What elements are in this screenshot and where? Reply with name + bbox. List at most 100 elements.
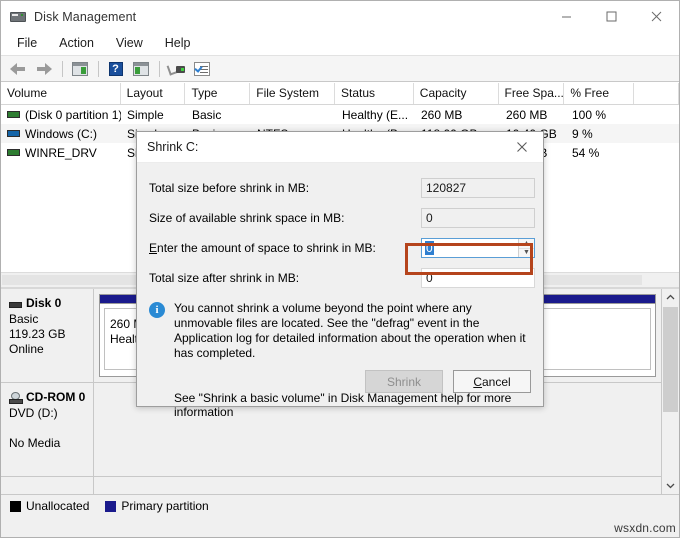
volume-list-header: Volume Layout Type File System Status Ca… [1, 82, 679, 105]
help-icon[interactable]: ? [104, 58, 127, 79]
toolbar-separator [98, 60, 99, 77]
total-size-after-shrink-value: 0 [421, 268, 535, 288]
field-total-size-after-shrink: Total size after shrink in MB: 0 [149, 264, 535, 292]
disk-name-row: CD-ROM 0 [9, 390, 93, 405]
dialog-title-bar: Shrink C: [137, 132, 543, 163]
cell-type: Basic [192, 107, 222, 122]
forward-arrow-icon[interactable] [32, 58, 55, 79]
disk-pane-vertical-scrollbar[interactable] [661, 289, 679, 494]
dialog-help-line: See "Shrink a basic volume" in Disk Mana… [174, 391, 512, 419]
cell-percent-free: 9 % [572, 126, 593, 141]
properties-icon[interactable] [190, 58, 213, 79]
shrink-amount-selected-text: 0 [425, 241, 434, 255]
volume-drive-icon [7, 110, 20, 118]
cell-volume: (Disk 0 partition 1) [1, 108, 121, 122]
hard-disk-icon [9, 301, 22, 308]
table-row[interactable]: (Disk 0 partition 1) Simple Basic Health… [1, 105, 679, 124]
shrink-amount-stepper[interactable]: ▲ ▼ [518, 239, 534, 257]
field-amount-to-shrink: Enter the amount of space to shrink in M… [149, 234, 535, 262]
field-available-shrink-space: Size of available shrink space in MB: 0 [149, 204, 535, 232]
cancel-button[interactable]: Cancel [453, 370, 531, 393]
empty-partitions [94, 477, 661, 494]
status-strip [1, 517, 679, 537]
disk-type: Basic [9, 312, 39, 326]
volume-drive-icon [7, 129, 20, 137]
legend: Unallocated Primary partition [1, 494, 679, 517]
disk-name-row: Disk 0 [9, 296, 93, 311]
show-hide-console-tree-icon[interactable] [68, 58, 91, 79]
dialog-title: Shrink C: [147, 140, 199, 154]
field-total-size-before-shrink: Total size before shrink in MB: 120827 [149, 174, 535, 202]
column-header-capacity[interactable]: Capacity [414, 83, 499, 104]
total-size-before-shrink-value: 120827 [421, 178, 535, 198]
stepper-up-icon[interactable]: ▲ [519, 239, 534, 249]
cell-percent-free: 54 % [572, 145, 600, 160]
column-header-type[interactable]: Type [185, 83, 251, 104]
disk-name: Disk 0 [26, 296, 62, 310]
disk-state: No Media [9, 436, 61, 450]
cell-percent-free: 100 % [572, 107, 607, 122]
disk-state: Online [9, 342, 44, 356]
cell-status: Healthy (E... [342, 107, 409, 122]
window-title: Disk Management [34, 9, 137, 24]
column-header-layout[interactable]: Layout [121, 83, 186, 104]
scroll-up-icon[interactable] [662, 289, 679, 306]
dialog-note-text: You cannot shrink a volume beyond the po… [174, 301, 526, 360]
menu-action[interactable]: Action [51, 34, 104, 53]
shrink-amount-input[interactable]: 0 ▲ ▼ [421, 238, 535, 258]
field-label: Total size after shrink in MB: [149, 271, 300, 285]
cell-layout: Simple [127, 107, 164, 122]
volume-drive-icon [7, 148, 20, 156]
column-header-volume[interactable]: Volume [1, 83, 121, 104]
legend-label-unallocated: Unallocated [26, 499, 90, 513]
dialog-buttons: Shrink Cancel [365, 370, 531, 393]
cell-volume-label: WINRE_DRV [25, 145, 97, 160]
available-shrink-space-value: 0 [421, 208, 535, 228]
column-header-status[interactable]: Status [335, 83, 414, 104]
menu-help[interactable]: Help [157, 34, 201, 53]
close-icon[interactable] [501, 132, 543, 162]
close-icon[interactable] [634, 1, 679, 32]
column-header-percent-free[interactable]: % Free [564, 83, 635, 104]
dialog-note: i You cannot shrink a volume beyond the … [149, 301, 531, 361]
disk-row-empty [1, 477, 661, 494]
field-label: Enter the amount of space to shrink in M… [149, 241, 376, 255]
toolbar: ? [1, 56, 679, 82]
disk-size: 119.23 GB [9, 327, 66, 341]
legend-item-primary-partition: Primary partition [105, 499, 209, 513]
stepper-down-icon[interactable]: ▼ [519, 249, 534, 258]
rescan-disks-icon[interactable] [165, 58, 188, 79]
legend-label-primary-partition: Primary partition [121, 499, 209, 513]
disk-name: CD-ROM 0 [26, 390, 86, 404]
field-label-rest: nter the amount of space to shrink in MB… [157, 241, 376, 255]
minimize-icon[interactable] [544, 1, 589, 32]
column-header-file-system[interactable]: File System [250, 83, 336, 104]
cell-volume-label: Windows (C:) [25, 126, 98, 141]
cell-volume: WINRE_DRV [1, 146, 121, 160]
maximize-icon[interactable] [589, 1, 634, 32]
scroll-down-icon[interactable] [662, 477, 679, 494]
scrollbar-thumb[interactable] [663, 307, 678, 412]
toolbar-separator [159, 60, 160, 77]
disk-drive-icon [10, 9, 26, 25]
cell-capacity: 260 MB [421, 107, 463, 122]
column-header-free-space[interactable]: Free Spa... [499, 83, 565, 104]
dialog-body: Total size before shrink in MB: 120827 S… [137, 163, 543, 419]
cancel-button-rest: ancel [481, 374, 511, 389]
cell-free-space: 260 MB [506, 107, 548, 122]
watermark: wsxdn.com [614, 521, 676, 535]
column-header-spacer [634, 83, 679, 104]
shrink-amount-value[interactable]: 0 [422, 239, 518, 257]
disk-info-empty [1, 477, 94, 494]
disk-info-cdrom0: CD-ROM 0 DVD (D:) No Media [1, 383, 94, 476]
shrink-button[interactable]: Shrink [365, 370, 443, 393]
window-controls [544, 1, 679, 32]
cell-volume-label: (Disk 0 partition 1) [25, 107, 121, 122]
menu-view[interactable]: View [108, 34, 153, 53]
back-arrow-icon[interactable] [7, 58, 30, 79]
menu-bar: File Action View Help [1, 32, 679, 56]
show-hide-action-pane-icon[interactable] [129, 58, 152, 79]
cd-rom-icon [9, 391, 23, 404]
field-label: Total size before shrink in MB: [149, 181, 310, 195]
menu-file[interactable]: File [9, 34, 47, 53]
